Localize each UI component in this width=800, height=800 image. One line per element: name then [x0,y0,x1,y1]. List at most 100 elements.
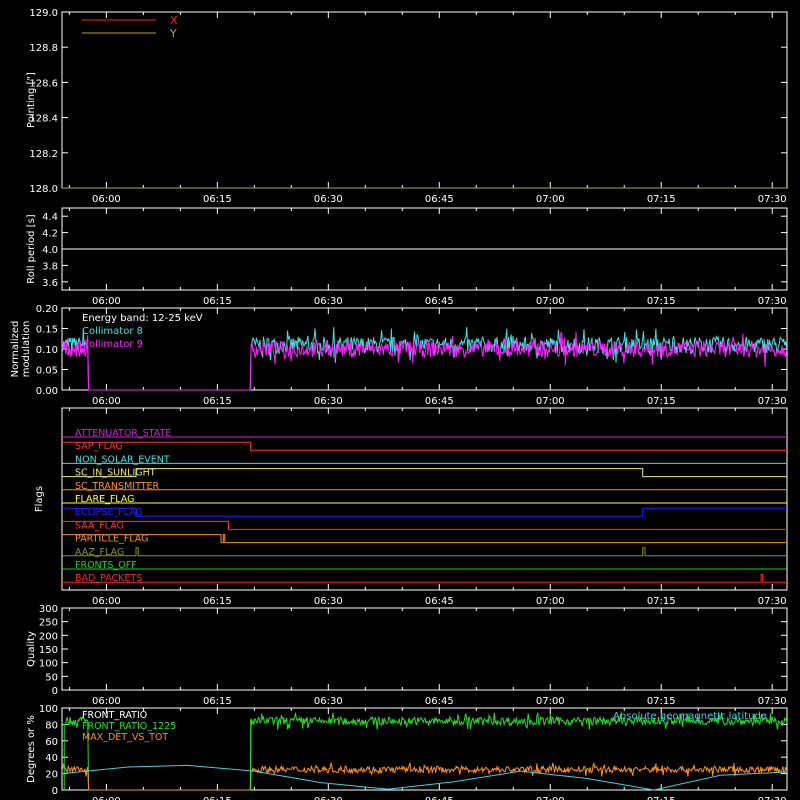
flag-label: FRONTS_OFF [75,560,137,571]
x-tick-label: 06:15 [203,296,232,307]
x-tick-label: 06:00 [92,596,121,607]
flag-line-sap_flag [62,441,787,451]
flag-label: NON_SOLAR_EVENT [75,454,170,465]
x-tick-label: 06:15 [203,696,232,707]
flag-label: PARTICLE_FLAG [75,534,148,545]
geomagnetic-latitude-label: Absolute geomagnetic latitude [613,711,767,722]
series-line-MAX_DET_VS_TOT [61,762,787,791]
flag-line-saa_flag [62,520,787,530]
y-tick-label: 250 [39,618,58,629]
x-tick-label: 06:45 [425,396,454,407]
flag-label: SAP_FLAG [75,441,123,452]
x-tick-label: 07:00 [536,596,565,607]
legend-label: FRONT_RATIO_1225 [82,721,176,732]
x-tick-label: 07:00 [536,696,565,707]
x-tick-label: 07:00 [536,796,565,800]
x-tick-label: 07:15 [647,596,676,607]
y-tick-label: 3.8 [42,261,58,272]
flag-label: SC_TRANSMITTER [75,481,160,492]
y-tick-label: 128.4 [29,114,58,125]
y-tick-label: 40 [45,753,58,764]
x-tick-label: 06:30 [314,696,343,707]
series-line-Collimator-9 [61,331,787,391]
y-tick-label: 3.6 [42,278,58,289]
energy-band-annotation: Energy band: 12-25 keV [82,313,203,324]
y-tick-label: 0 [52,786,58,797]
x-tick-label: 06:45 [425,596,454,607]
x-tick-label: 06:45 [425,296,454,307]
y-axis-label: Normalizedmodulation [10,321,32,378]
x-tick-label: 07:15 [647,696,676,707]
y-tick-label: 0.20 [36,304,58,315]
y-tick-label: 20 [45,770,58,781]
y-tick-label: 128.0 [29,184,58,195]
x-tick-label: 06:00 [92,296,121,307]
x-tick-label: 06:00 [92,396,121,407]
y-tick-label: 0.05 [36,366,58,377]
y-tick-label: 0 [52,686,58,697]
x-tick-label: 07:15 [647,796,676,800]
flag-label: SC_IN_SUNLIGHT [75,468,156,479]
x-tick-label: 07:00 [536,194,565,205]
y-tick-label: 4.4 [42,212,58,223]
x-tick-label: 06:30 [314,194,343,205]
y-tick-label: 80 [45,720,58,731]
legend-label: X [170,14,178,27]
flag-label: AAZ_FLAG [75,547,124,558]
y-tick-label: 128.8 [29,43,58,54]
y-tick-label: 129.0 [29,8,58,19]
x-tick-label: 07:00 [536,396,565,407]
x-tick-label: 07:30 [758,796,787,800]
y-tick-label: 300 [39,604,58,615]
y-tick-label: 200 [39,631,58,642]
x-tick-label: 06:15 [203,396,232,407]
y-axis-label: Degrees or % [26,715,37,783]
flag-label: BAD_PACKETS [75,573,142,584]
legend-label: Collimator 8 [82,326,143,337]
flag-line-sc_in_sunlight [62,468,787,478]
x-tick-label: 06:30 [314,596,343,607]
x-tick-label: 06:00 [92,696,121,707]
y-tick-label: 100 [39,659,58,670]
rhessi-quicklook-chart: 06:00 06:15 06:30 06:45 07:00 07:15 07:30Point… [10,8,788,800]
x-tick-label: 07:30 [758,596,787,607]
flag-label: ECLIPSE_FLAG [75,507,143,518]
flag-label: ATTENUATOR_STATE [75,428,171,439]
y-tick-label: 0.00 [36,386,58,397]
y-axis-label: Quality [26,631,37,667]
y-axis-label: Flags [34,486,45,512]
x-tick-label: 06:30 [314,796,343,800]
y-tick-label: 4.0 [42,245,58,256]
flag-label: FLARE_FLAG [75,494,135,505]
y-tick-label: 0.15 [36,325,58,336]
series-line-Collimator-8 [61,326,787,391]
legend-label: Collimator 9 [82,339,143,350]
y-tick-label: 150 [39,645,58,656]
y-tick-label: 0.10 [36,345,58,356]
y-tick-label: 128.6 [29,78,58,89]
x-tick-label: 07:30 [758,696,787,707]
y-tick-label: 50 [45,672,58,683]
x-tick-label: 06:45 [425,796,454,800]
x-tick-label: 06:30 [314,396,343,407]
x-tick-label: 07:30 [758,396,787,407]
x-tick-label: 06:45 [425,194,454,205]
x-tick-label: 06:30 [314,296,343,307]
panel-4: 06:00 06:15 06:30 06:45 07:00 07:15 07:30 Quali… [26,604,788,707]
y-tick-label: 100 [39,704,58,715]
x-tick-label: 06:00 [92,194,121,205]
x-tick-label: 07:30 [758,296,787,307]
flag-line-eclipse_flag [62,507,787,517]
y-tick-label: 4.2 [42,229,58,240]
legend-label: FRONT_RATIO [82,710,147,721]
x-tick-label: 07:30 [758,194,787,205]
x-tick-label: 06:45 [425,696,454,707]
y-axis-label: Roll period [s] [26,214,37,283]
x-tick-label: 07:15 [647,296,676,307]
flag-line-bad_packets [62,573,787,583]
geomagnetic-latitude-line [61,764,788,791]
panel-frame [61,607,788,691]
x-tick-label: 07:00 [536,296,565,307]
y-tick-label: 60 [45,737,58,748]
flag-line-particle_flag [62,534,787,544]
